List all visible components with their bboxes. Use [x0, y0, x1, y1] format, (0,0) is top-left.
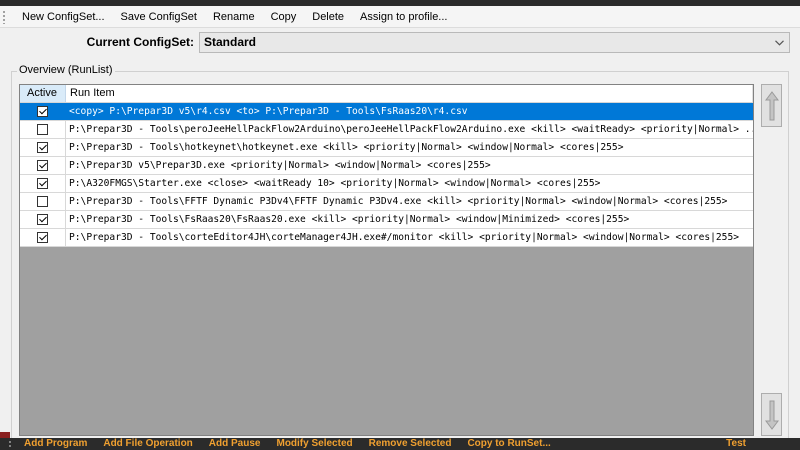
chevron-down-icon[interactable]: [772, 33, 786, 52]
runlist-toolbar: Add Program Add File Operation Add Pause…: [0, 438, 800, 450]
current-configset-label: Current ConfigSet:: [86, 35, 194, 49]
overview-title: Overview (RunList): [17, 64, 115, 76]
grid-rows: <copy> P:\Prepar3D v5\r4.csv <to> P:\Pre…: [20, 103, 753, 247]
active-checkbox[interactable]: [37, 160, 48, 171]
active-checkbox[interactable]: [37, 106, 48, 117]
rename-button[interactable]: Rename: [205, 6, 263, 28]
copy-to-runset-button[interactable]: Copy to RunSet...: [467, 438, 550, 450]
run-item-cell[interactable]: P:\A320FMGS\Starter.exe <close> <waitRea…: [66, 175, 753, 192]
table-row[interactable]: P:\Prepar3D - Tools\corteEditor4JH\corte…: [20, 229, 753, 247]
active-cell[interactable]: [20, 229, 66, 246]
column-header-run-item[interactable]: Run Item: [66, 85, 753, 102]
add-pause-button[interactable]: Add Pause: [209, 438, 261, 450]
run-item-cell[interactable]: P:\Prepar3D - Tools\hotkeynet\hotkeynet.…: [66, 139, 753, 156]
grid-header: Active Run Item: [20, 85, 753, 103]
active-checkbox[interactable]: [37, 214, 48, 225]
toolbar-grip[interactable]: [8, 440, 12, 448]
configset-row: Current ConfigSet: Standard: [0, 29, 800, 56]
toolbar-grip[interactable]: [2, 9, 6, 24]
run-item-cell[interactable]: P:\Prepar3D - Tools\FFTF Dynamic P3Dv4\F…: [66, 193, 753, 210]
add-file-operation-button[interactable]: Add File Operation: [103, 438, 192, 450]
active-checkbox[interactable]: [37, 232, 48, 243]
table-row[interactable]: P:\A320FMGS\Starter.exe <close> <waitRea…: [20, 175, 753, 193]
configset-dropdown[interactable]: Standard: [199, 32, 790, 53]
run-item-cell[interactable]: P:\Prepar3D - Tools\peroJeeHellPackFlow2…: [66, 121, 753, 138]
copy-button[interactable]: Copy: [263, 6, 305, 28]
configset-toolbar: New ConfigSet... Save ConfigSet Rename C…: [0, 6, 800, 28]
active-checkbox[interactable]: [37, 142, 48, 153]
active-checkbox[interactable]: [37, 178, 48, 189]
active-cell[interactable]: [20, 211, 66, 228]
active-cell[interactable]: [20, 103, 66, 120]
move-up-button[interactable]: [761, 84, 782, 127]
configset-dropdown-value: Standard: [204, 35, 257, 49]
remove-selected-button[interactable]: Remove Selected: [369, 438, 452, 450]
arrow-down-icon: [764, 400, 779, 430]
table-row[interactable]: P:\Prepar3D - Tools\peroJeeHellPackFlow2…: [20, 121, 753, 139]
move-down-button[interactable]: [761, 393, 782, 436]
run-item-cell[interactable]: P:\Prepar3D v5\Prepar3D.exe <priority|No…: [66, 157, 753, 174]
active-checkbox[interactable]: [37, 124, 48, 135]
active-cell[interactable]: [20, 175, 66, 192]
run-item-cell[interactable]: <copy> P:\Prepar3D v5\r4.csv <to> P:\Pre…: [66, 103, 753, 120]
run-item-cell[interactable]: P:\Prepar3D - Tools\corteEditor4JH\corte…: [66, 229, 753, 246]
table-row[interactable]: P:\Prepar3D - Tools\FsRaas20\FsRaas20.ex…: [20, 211, 753, 229]
new-configset-button[interactable]: New ConfigSet...: [14, 6, 113, 28]
assign-to-profile-button[interactable]: Assign to profile...: [352, 6, 455, 28]
arrow-up-icon: [764, 90, 779, 120]
active-checkbox[interactable]: [37, 196, 48, 207]
active-cell[interactable]: [20, 121, 66, 138]
active-cell[interactable]: [20, 139, 66, 156]
test-button[interactable]: Test: [726, 438, 746, 450]
table-row[interactable]: P:\Prepar3D - Tools\hotkeynet\hotkeynet.…: [20, 139, 753, 157]
table-row[interactable]: P:\Prepar3D - Tools\FFTF Dynamic P3Dv4\F…: [20, 193, 753, 211]
add-program-button[interactable]: Add Program: [24, 438, 87, 450]
column-header-active[interactable]: Active: [20, 85, 66, 102]
active-cell[interactable]: [20, 157, 66, 174]
table-row[interactable]: P:\Prepar3D v5\Prepar3D.exe <priority|No…: [20, 157, 753, 175]
table-row[interactable]: <copy> P:\Prepar3D v5\r4.csv <to> P:\Pre…: [20, 103, 753, 121]
runlist-grid[interactable]: Active Run Item <copy> P:\Prepar3D v5\r4…: [19, 84, 754, 436]
delete-button[interactable]: Delete: [304, 6, 352, 28]
active-cell[interactable]: [20, 193, 66, 210]
run-item-cell[interactable]: P:\Prepar3D - Tools\FsRaas20\FsRaas20.ex…: [66, 211, 753, 228]
modify-selected-button[interactable]: Modify Selected: [276, 438, 352, 450]
save-configset-button[interactable]: Save ConfigSet: [113, 6, 205, 28]
